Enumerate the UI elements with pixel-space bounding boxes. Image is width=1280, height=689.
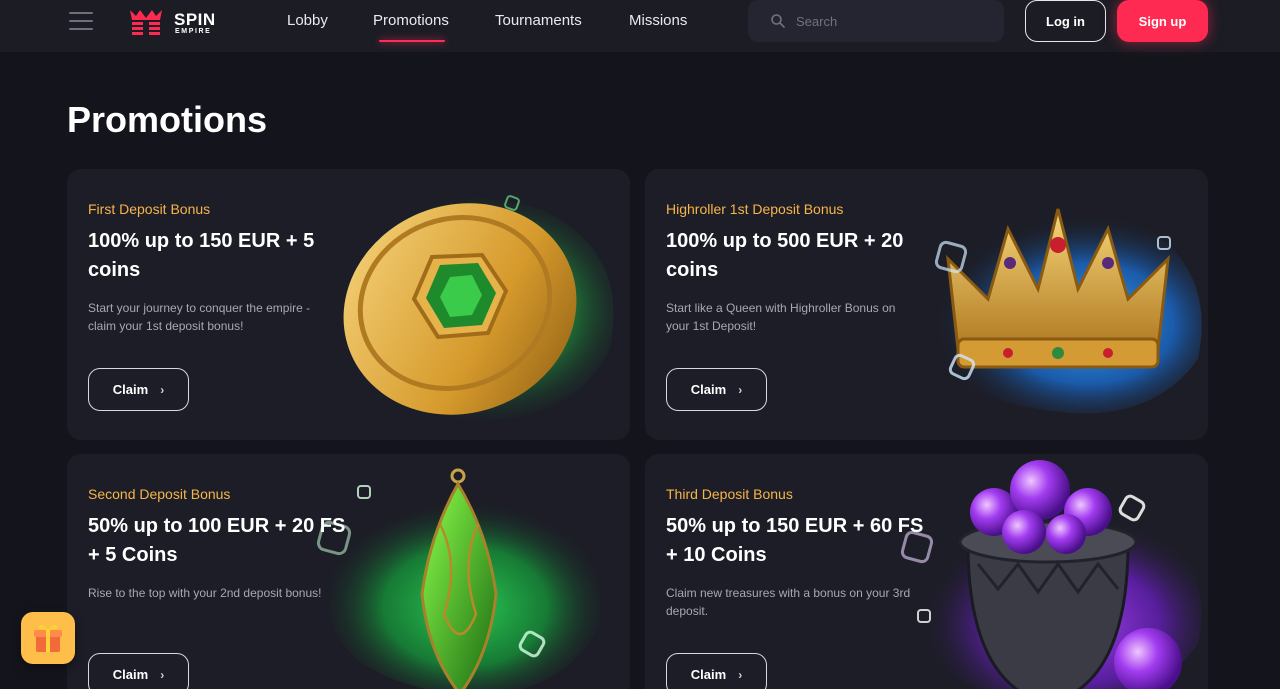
promo-card-first-deposit: First Deposit Bonus 100% up to 150 EUR +… (67, 169, 630, 440)
claim-label: Claim (690, 382, 727, 397)
logo-text: SPIN (174, 10, 216, 29)
nav-tournaments[interactable]: Tournaments (495, 12, 582, 29)
spin-empire-logo-icon (130, 10, 162, 36)
claim-button[interactable]: Claim › (666, 368, 767, 411)
cauldron-purple-orbs-icon (900, 460, 1202, 689)
menu-icon[interactable] (69, 11, 93, 31)
gift-button[interactable] (21, 612, 75, 664)
page-title: Promotions (67, 99, 268, 140)
active-nav-indicator (379, 40, 445, 42)
claim-button[interactable]: Claim › (666, 653, 767, 689)
chevron-right-icon: › (160, 382, 165, 397)
green-crystal-pendant-icon (316, 468, 601, 689)
gold-coin-emerald-icon (343, 195, 614, 421)
promo-description: Claim new treasures with a bonus on your… (666, 586, 911, 618)
promo-label: Second Deposit Bonus (88, 486, 231, 502)
claim-label: Claim (112, 382, 149, 397)
nav-lobby[interactable]: Lobby (287, 12, 328, 29)
logo-subtext: EMPIRE (175, 28, 212, 35)
logo[interactable]: SPIN EMPIRE (126, 6, 230, 38)
promo-card-highroller: Highroller 1st Deposit Bonus 100% up to … (645, 169, 1208, 440)
nav-promotions[interactable]: Promotions (373, 12, 449, 29)
promo-title: 50% up to 100 EUR + 20 FS + 5 Coins (88, 515, 346, 566)
promo-description: Rise to the top with your 2nd deposit bo… (88, 586, 322, 600)
promo-title: 50% up to 150 EUR + 60 FS + 10 Coins (666, 515, 924, 566)
promo-description: Start your journey to conquer the empire… (88, 301, 311, 333)
search-icon (771, 14, 785, 28)
chevron-right-icon: › (738, 382, 743, 397)
search-box (748, 0, 1004, 42)
claim-label: Claim (690, 667, 727, 682)
chevron-right-icon: › (738, 667, 743, 682)
promo-card-second-deposit: Second Deposit Bonus 50% up to 100 EUR +… (67, 454, 630, 689)
claim-button[interactable]: Claim › (88, 368, 189, 411)
chevron-right-icon: › (160, 667, 165, 682)
top-bar: SPIN EMPIRE Lobby Promotions Tournaments… (0, 0, 1280, 52)
promo-label: First Deposit Bonus (88, 201, 211, 217)
gift-icon (34, 624, 62, 652)
promo-title: 100% up to 150 EUR + 5 coins (88, 230, 315, 281)
claim-label: Claim (112, 667, 149, 682)
promo-label: Third Deposit Bonus (666, 486, 793, 502)
promo-title: 100% up to 500 EUR + 20 coins (666, 230, 904, 281)
claim-button[interactable]: Claim › (88, 653, 189, 689)
promo-label: Highroller 1st Deposit Bonus (666, 201, 844, 217)
golden-crown-icon (918, 208, 1202, 414)
login-button[interactable]: Log in (1025, 0, 1106, 42)
search-input[interactable] (796, 0, 986, 42)
promo-card-third-deposit: Third Deposit Bonus 50% up to 150 EUR + … (645, 454, 1208, 689)
promo-description: Start like a Queen with Highroller Bonus… (666, 301, 896, 333)
nav-missions[interactable]: Missions (629, 12, 687, 29)
signup-button[interactable]: Sign up (1117, 0, 1208, 42)
